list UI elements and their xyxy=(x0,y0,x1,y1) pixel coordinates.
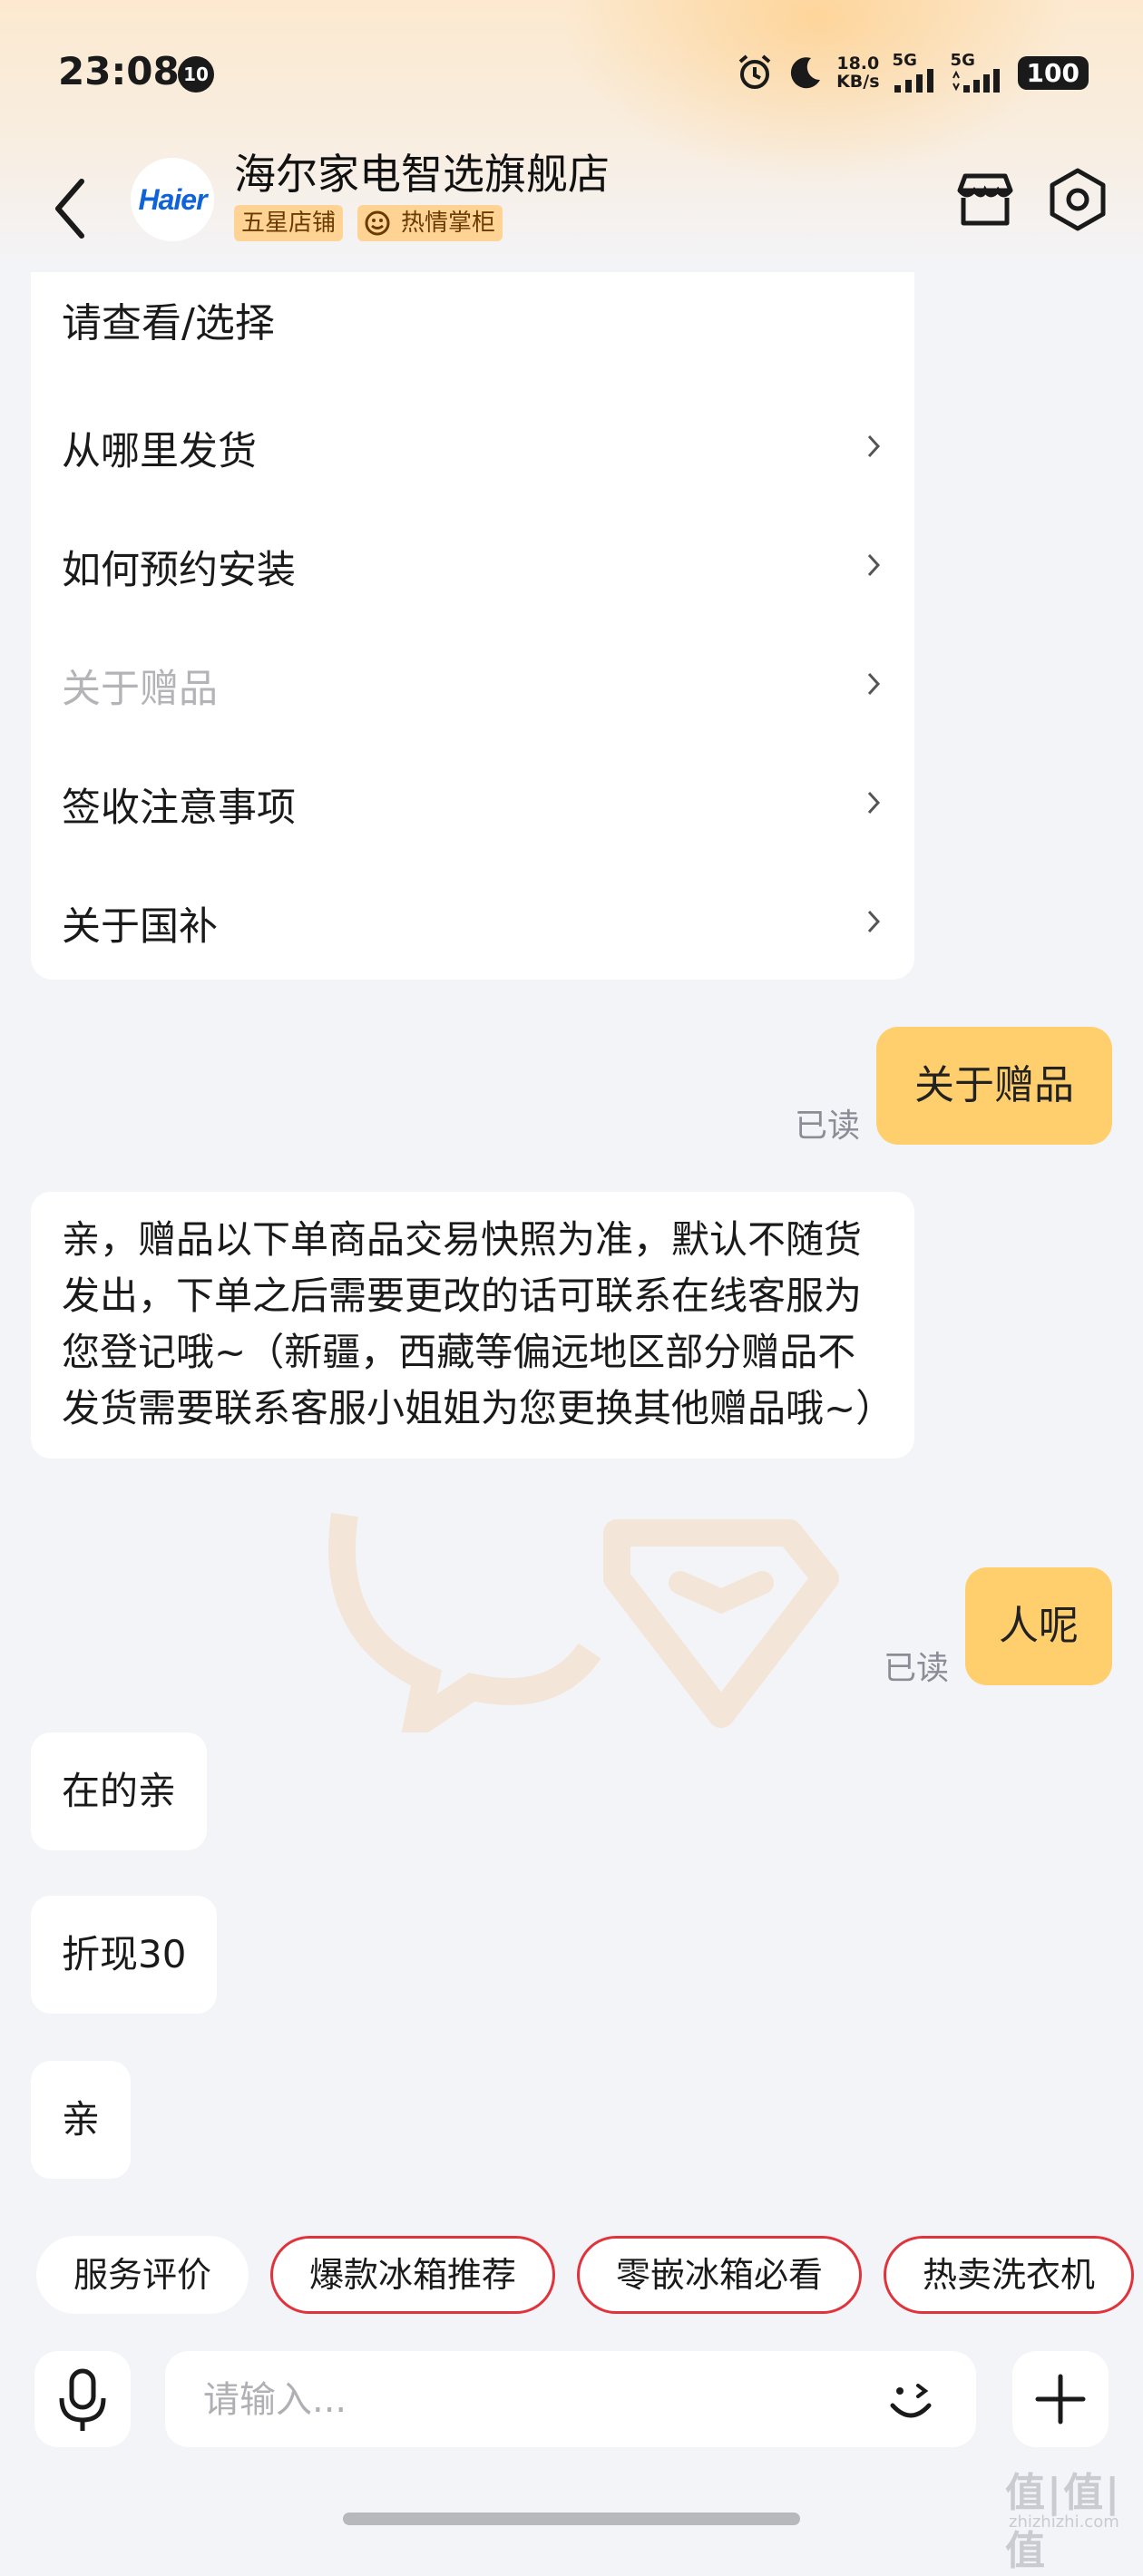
message-input[interactable] xyxy=(201,2369,840,2431)
clock: 23:08 xyxy=(58,49,180,93)
status-icons: 18.0 KB/s 5G 5G 100 xyxy=(735,51,1089,94)
faq-item-delivery-notes[interactable]: 签收注意事项 xyxy=(31,744,914,862)
alarm-icon xyxy=(738,54,771,89)
agent-message-bubble[interactable]: 亲 xyxy=(31,2061,132,2179)
quick-reply-service-review[interactable]: 服务评价 xyxy=(36,2236,249,2314)
microphone-icon xyxy=(59,2368,106,2431)
chat-logo-watermark-icon xyxy=(328,1512,839,1732)
notification-badge: 10 xyxy=(178,56,214,93)
chevron-right-icon xyxy=(867,672,881,696)
quick-reply-bar: 服务评价 爆款冰箱推荐 零嵌冰箱必看 热卖洗衣机 xyxy=(0,2236,1143,2319)
rating-tag: 五星店铺 xyxy=(234,205,344,241)
more-button[interactable] xyxy=(1012,2351,1109,2447)
message-input-box[interactable] xyxy=(165,2351,976,2447)
back-arrow-icon[interactable] xyxy=(45,172,100,245)
faq-item-subsidy[interactable]: 关于国补 xyxy=(31,863,914,981)
input-bar xyxy=(0,2349,1143,2449)
quick-reply-hot-fridges[interactable]: 爆款冰箱推荐 xyxy=(270,2236,555,2314)
battery-indicator: 100 xyxy=(1017,55,1089,90)
shop-name[interactable]: 海尔家电智选旗舰店 xyxy=(234,141,610,201)
faq-item-label: 从哪里发货 xyxy=(62,429,257,474)
signal-2-label: 5G xyxy=(950,51,975,70)
faq-item-shipping-origin[interactable]: 从哪里发货 xyxy=(31,387,914,505)
read-receipt: 已读 xyxy=(884,1650,950,1687)
faq-item-installation[interactable]: 如何预约安装 xyxy=(31,506,914,624)
signal-bars-icon xyxy=(894,69,933,93)
faq-item-gifts[interactable]: 关于赠品 xyxy=(31,625,914,743)
host-tag: 热情掌柜 xyxy=(357,205,503,241)
agent-message-bubble[interactable]: 在的亲 xyxy=(31,1732,208,1850)
read-receipt: 已读 xyxy=(795,1107,861,1145)
quick-reply-washers[interactable]: 热卖洗衣机 xyxy=(884,2236,1134,2314)
faq-item-label: 关于国补 xyxy=(62,904,218,950)
message-list[interactable]: 请查看/选择 从哪里发货 如何预约安装 关于赠品 签收注意事项 关于国补 已读 … xyxy=(0,272,1143,2195)
faq-menu-title: 请查看/选择 xyxy=(62,300,275,346)
signal-1: 5G xyxy=(893,53,938,93)
moon-icon xyxy=(790,57,821,89)
agent-message-bubble[interactable]: 亲，赠品以下单商品交易快照为准，默认不随货发出，下单之后需要更改的话可联系在线客… xyxy=(31,1192,914,1459)
faq-item-label: 关于赠品 xyxy=(62,667,218,712)
user-message-bubble[interactable]: 关于赠品 xyxy=(876,1027,1112,1145)
signal-1-label: 5G xyxy=(892,51,917,70)
host-tag-label: 热情掌柜 xyxy=(401,210,496,237)
plus-icon xyxy=(1035,2374,1086,2425)
voice-button[interactable] xyxy=(34,2351,131,2447)
emoji-wink-icon[interactable] xyxy=(882,2371,940,2429)
chevron-right-icon xyxy=(867,910,881,933)
home-indicator[interactable] xyxy=(343,2513,800,2525)
faq-item-label: 如何预约安装 xyxy=(62,548,296,593)
signal-2: 5G xyxy=(951,53,1005,93)
chevron-right-icon xyxy=(867,553,881,577)
store-icon[interactable] xyxy=(949,163,1021,236)
user-message-bubble[interactable]: 人呢 xyxy=(965,1567,1112,1685)
chat-header: Haier 海尔家电智选旗舰店 五星店铺 热情掌柜 xyxy=(0,150,1143,272)
network-speed-unit: KB/s xyxy=(836,72,880,92)
chevron-right-icon xyxy=(867,791,881,815)
signal-bars-icon xyxy=(952,69,1000,93)
settings-icon[interactable] xyxy=(1041,163,1114,236)
chevron-right-icon xyxy=(867,434,881,458)
smiley-badge-icon xyxy=(365,210,390,236)
network-speed: 18.0 KB/s xyxy=(836,54,879,91)
site-watermark-url: zhizhizhi.com xyxy=(1009,2513,1119,2532)
agent-message-bubble[interactable]: 折现30 xyxy=(31,1896,218,2014)
status-bar: 23:08 10 18.0 KB/s 5G 5G 100 xyxy=(0,0,1143,154)
shop-avatar[interactable]: Haier xyxy=(131,158,214,241)
network-speed-value: 18.0 xyxy=(836,54,880,73)
quick-reply-built-in-fridges[interactable]: 零嵌冰箱必看 xyxy=(577,2236,862,2314)
faq-menu-card: 请查看/选择 从哪里发货 如何预约安装 关于赠品 签收注意事项 关于国补 xyxy=(31,272,914,980)
faq-item-label: 签收注意事项 xyxy=(62,785,296,831)
